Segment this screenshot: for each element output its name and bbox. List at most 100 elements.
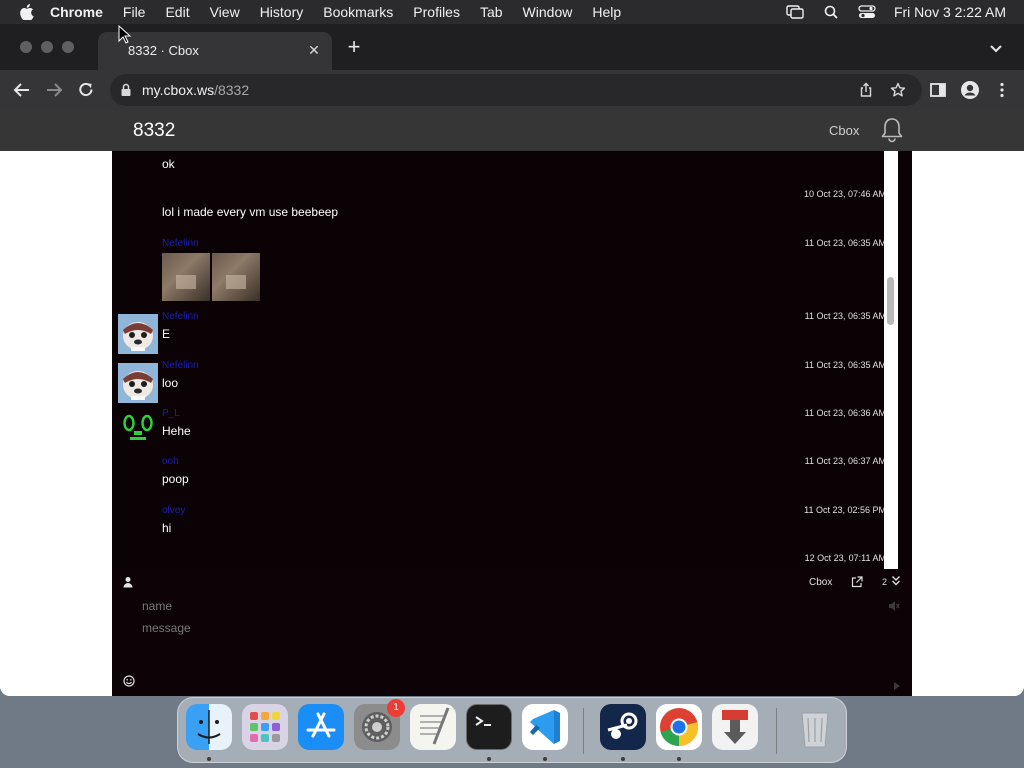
menu-help[interactable]: Help [592, 4, 621, 20]
message-text: hi [162, 521, 172, 535]
message-time: 11 Oct 23, 02:56 PM [804, 505, 886, 515]
message-text: Hehe [162, 424, 191, 438]
menu-bookmarks[interactable]: Bookmarks [323, 4, 393, 20]
lock-icon[interactable] [120, 83, 132, 97]
message-text: poop [162, 472, 189, 486]
image-thumbnail[interactable] [212, 253, 260, 301]
dock-chrome-icon[interactable] [656, 704, 702, 750]
profile-icon[interactable] [960, 80, 980, 100]
forward-icon[interactable] [44, 80, 64, 100]
name-input[interactable] [142, 597, 882, 615]
minimize-window-button[interactable] [41, 41, 53, 53]
tab-cbox[interactable]: 8332 · Cbox ✕ [98, 32, 332, 70]
dock-terminal-icon[interactable] [466, 704, 512, 750]
message-username[interactable]: olvey [162, 505, 185, 516]
menu-profiles[interactable]: Profiles [413, 4, 460, 20]
message-time: 12 Oct 23, 07:11 AM [804, 553, 886, 563]
more-menu-icon[interactable] [992, 80, 1012, 100]
message-username[interactable]: Nefelinn [162, 311, 199, 322]
message-username[interactable]: P_L [162, 408, 180, 419]
dock: 1 [177, 697, 847, 763]
green-face-avatar [118, 411, 158, 451]
dock-running-indicator [207, 757, 211, 761]
message-username[interactable]: ooh [162, 456, 179, 467]
chat-message: Nefelinn 11 Oct 23, 06:35 AM E [112, 311, 898, 357]
url-path: /8332 [214, 82, 250, 98]
message-text: ok [162, 157, 175, 171]
dock-steam-icon[interactable] [600, 704, 646, 750]
room-title: 8332 [133, 120, 176, 141]
speaker-mute-icon[interactable] [888, 599, 900, 611]
chat-message: ooh 11 Oct 23, 06:37 AM poop [112, 456, 898, 502]
menu-history[interactable]: History [260, 4, 304, 20]
dock-app-store-icon[interactable] [298, 704, 344, 750]
menu-file[interactable]: File [123, 4, 146, 20]
dock-system-settings-icon[interactable]: 1 [354, 699, 405, 750]
menu-view[interactable]: View [210, 4, 240, 20]
cbox-brand-link[interactable]: Cbox [829, 123, 859, 138]
mouse-cursor [118, 24, 132, 45]
menu-window[interactable]: Window [523, 4, 573, 20]
send-arrow-icon[interactable] [894, 677, 900, 690]
chat-message: P_L 11 Oct 23, 06:36 AM Hehe [112, 408, 898, 454]
browser-window: 8332 · Cbox ✕ + my.cbox.ws/8332 8332 Cbo… [0, 24, 1024, 696]
online-count: 2 [882, 577, 888, 587]
otter-avatar [118, 314, 158, 354]
tab-close-icon[interactable]: ✕ [306, 42, 322, 58]
chat-input-area: Cbox 2 [112, 569, 912, 696]
back-icon[interactable] [12, 80, 32, 100]
settings-notification-badge: 1 [387, 699, 405, 717]
dock-downloader-icon[interactable] [712, 704, 758, 750]
message-username[interactable]: Nefelinn [162, 360, 199, 371]
spotlight-search-icon[interactable] [822, 4, 840, 20]
address-bar[interactable]: my.cbox.ws/8332 [110, 74, 922, 106]
apple-icon[interactable] [18, 4, 36, 20]
emoji-icon[interactable] [123, 674, 135, 687]
share-icon[interactable] [858, 82, 874, 98]
message-list[interactable]: ok 10 Oct 23, 07:46 AM lol i made every … [112, 151, 898, 569]
chat-message: ok [112, 151, 898, 185]
double-chevron-down-icon[interactable] [891, 574, 901, 586]
menubar-clock[interactable]: Fri Nov 3 2:22 AM [894, 4, 1006, 20]
dock-finder-icon[interactable] [186, 704, 232, 750]
bookmark-star-icon[interactable] [890, 82, 906, 98]
dock-running-indicator [677, 757, 681, 761]
side-panel-icon[interactable] [928, 80, 948, 100]
message-images [162, 253, 260, 301]
dock-running-indicator [621, 757, 625, 761]
browser-toolbar: my.cbox.ws/8332 [0, 70, 1024, 110]
otter-avatar [118, 363, 158, 403]
chat-scrollbar[interactable] [884, 151, 898, 569]
control-center-icon[interactable] [858, 4, 876, 20]
notification-bell-icon[interactable] [880, 117, 904, 143]
message-time: 11 Oct 23, 06:35 AM [804, 238, 886, 248]
tab-search-chevron-icon[interactable] [988, 40, 1004, 56]
window-controls [20, 41, 74, 53]
chat-scrollbar-thumb[interactable] [887, 277, 894, 325]
menu-app-chrome[interactable]: Chrome [50, 4, 103, 20]
new-tab-button[interactable]: + [344, 36, 364, 58]
menu-edit[interactable]: Edit [165, 4, 189, 20]
message-time: 11 Oct 23, 06:36 AM [804, 408, 886, 418]
message-time: 10 Oct 23, 07:46 AM [803, 189, 886, 199]
menu-tab[interactable]: Tab [480, 4, 503, 20]
message-input[interactable] [142, 619, 882, 637]
tab-strip: 8332 · Cbox ✕ + [0, 24, 1024, 70]
cbox-footer-link[interactable]: Cbox [809, 577, 832, 588]
image-thumbnail[interactable] [162, 253, 210, 301]
close-window-button[interactable] [20, 41, 32, 53]
dock-trash-icon[interactable] [792, 704, 838, 750]
dock-textedit-icon[interactable] [410, 704, 456, 750]
url-host: my.cbox.ws [142, 82, 215, 98]
dock-launchpad-icon[interactable] [242, 704, 288, 750]
dock-vscode-icon[interactable] [522, 704, 568, 750]
message-text: E [162, 327, 171, 341]
reload-icon[interactable] [76, 80, 96, 100]
page-content: 8332 Cbox ok 10 Oct 23, 07:46 AM lol i m… [0, 110, 1024, 696]
screen-mirroring-icon[interactable] [786, 4, 804, 20]
user-icon[interactable] [122, 575, 134, 588]
zoom-window-button[interactable] [62, 41, 74, 53]
url-text: my.cbox.ws/8332 [142, 82, 249, 98]
message-username[interactable]: Nefelinn [162, 238, 199, 249]
popout-icon[interactable] [851, 575, 863, 588]
